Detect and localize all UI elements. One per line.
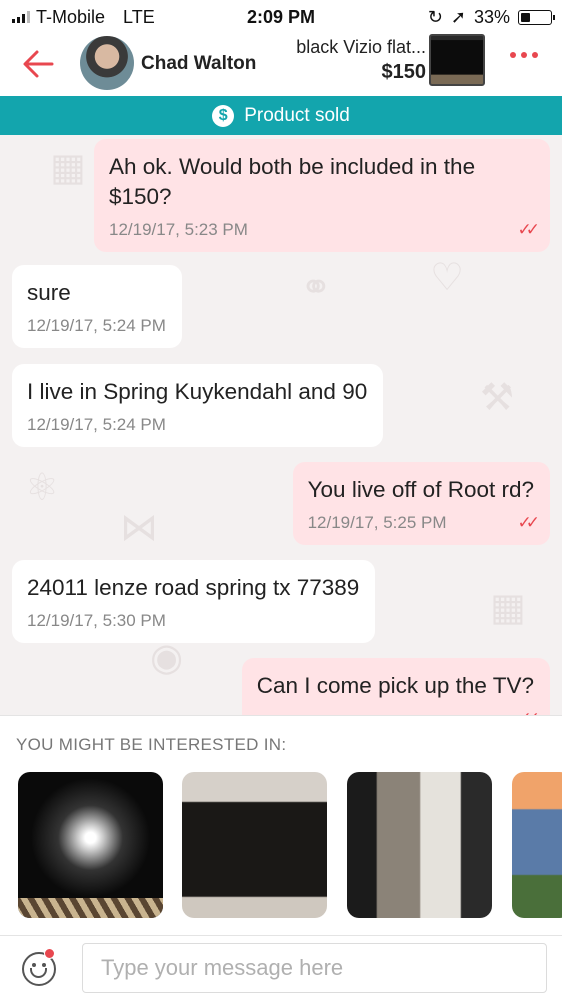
suggestion-card-tv-monitor[interactable] [18, 772, 163, 918]
message-input[interactable] [82, 943, 547, 993]
network-label: LTE [123, 6, 155, 27]
message-bubble-received[interactable]: 24011 lenze road spring tx 77389 12/19/1… [12, 560, 376, 643]
message-time: 12/19/17, 5:25 PM [307, 513, 447, 532]
message-meta: 12/19/17, 5:23 PM ✓✓ [109, 220, 540, 240]
message-text: Ah ok. Would both be included in the $15… [109, 154, 476, 209]
battery-percent: 33% [473, 6, 510, 27]
message-time: 12/19/17, 5:30 PM [27, 611, 166, 630]
product-thumbnail[interactable] [429, 34, 485, 86]
emoji-icon [32, 963, 36, 967]
product-sold-label: Product sold [244, 104, 350, 126]
message-text: sure [27, 280, 71, 305]
message-meta: 12/19/17, 5:24 PM [27, 415, 367, 435]
suggestion-card-outdoor-photo[interactable] [512, 772, 562, 918]
chat-header: Chad Walton black Vizio flat... $150 [0, 34, 562, 96]
product-sold-banner: $ Product sold [0, 96, 562, 135]
suggestions-label: YOU MIGHT BE INTERESTED IN: [16, 735, 287, 754]
more-dots-icon [510, 52, 516, 58]
product-price: $150 [381, 61, 427, 83]
avatar[interactable] [80, 36, 134, 90]
suggestions-panel: YOU MIGHT BE INTERESTED IN: [0, 715, 562, 935]
dollar-icon: $ [212, 104, 235, 127]
battery-icon [518, 9, 555, 25]
message-text: Can I come pick up the TV? [256, 673, 534, 698]
emoji-icon-mouth [30, 968, 47, 978]
product-title[interactable]: black Vizio flat... [296, 37, 426, 58]
arrow-left-icon [23, 50, 54, 78]
seller-name[interactable]: Chad Walton [141, 53, 256, 75]
pants-doodle-icon: ▦ [490, 587, 526, 629]
status-right: ↻ ➚ 33% [427, 6, 555, 28]
location-icon: ➚ [450, 6, 466, 27]
pants-doodle-icon: ▦ [50, 147, 86, 189]
message-meta: 12/19/17, 5:30 PM [27, 611, 359, 631]
battery-level [521, 12, 531, 22]
notification-dot [44, 948, 55, 959]
back-button[interactable] [18, 44, 58, 84]
message-meta: 12/19/17, 5:24 PM [27, 316, 166, 336]
message-bubble-received[interactable]: I live in Spring Kuykendahl and 90 12/19… [12, 364, 384, 447]
message-time: 12/19/17, 5:24 PM [27, 415, 166, 434]
suggestion-card-tv-stand[interactable] [182, 772, 327, 918]
suggestion-card-entertainment-center[interactable] [347, 772, 492, 918]
message-time: 12/19/17, 5:23 PM [109, 220, 248, 239]
message-bubble-sent[interactable]: Can I come pick up the TV? ✓✓ [241, 658, 550, 715]
message-meta: 12/19/17, 5:25 PM ✓✓ [307, 513, 540, 533]
message-bubble-sent[interactable]: Ah ok. Would both be included in the $15… [94, 139, 550, 252]
signal-icon [12, 11, 30, 23]
message-text: I live in Spring Kuykendahl and 90 [27, 379, 368, 404]
status-bar: T-Mobile LTE 2:09 PM ↻ ➚ 33% [0, 0, 562, 34]
message-input-bar [0, 935, 562, 1000]
message-text: You live off of Root rd? [307, 477, 534, 502]
chat-thread[interactable]: ▦ ⚭ ♡ ⚒ ⚛ ⋈ ▦ ◉ Ah ok. Would both be inc… [0, 135, 562, 715]
double-check-icon: ✓✓ [517, 220, 540, 239]
rotation-lock-icon: ↻ [427, 6, 443, 27]
message-time: 12/19/17, 5:24 PM [27, 316, 166, 335]
toy-doodle-icon: ⚛ [25, 467, 60, 509]
shirt-doodle-icon: ♡ [430, 257, 465, 299]
more-options-button[interactable] [510, 52, 538, 58]
message-text: 24011 lenze road spring tx 77389 [27, 575, 360, 600]
headphones-doodle-icon: ⚭ [300, 267, 332, 309]
message-bubble-received[interactable]: sure 12/19/17, 5:24 PM [12, 265, 182, 348]
carrier-label: T-Mobile [36, 6, 106, 27]
message-bubble-sent[interactable]: You live off of Root rd? 12/19/17, 5:25 … [292, 462, 550, 545]
double-check-icon: ✓✓ [517, 513, 540, 532]
emoji-icon-eye [42, 963, 46, 967]
bowtie-doodle-icon: ⋈ [120, 507, 158, 549]
tools-doodle-icon: ⚒ [480, 377, 515, 419]
